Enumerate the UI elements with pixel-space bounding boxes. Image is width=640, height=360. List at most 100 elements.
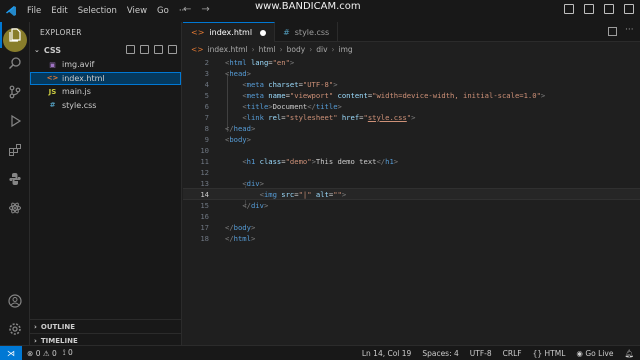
vscode-window: File Edit Selection View Go ··· ← → www.… (0, 0, 640, 360)
chevron-right-icon: › (279, 44, 283, 54)
breadcrumb-item[interactable]: div (316, 45, 327, 54)
more-actions-icon[interactable]: ··· (625, 26, 634, 36)
menu-go[interactable]: Go (152, 0, 174, 22)
menu-view[interactable]: View (122, 0, 152, 22)
chevron-right-icon: › (309, 44, 313, 54)
code-text: <img src="|" alt=""> (259, 189, 347, 199)
editor-tabs: <> index.html # style.css ··· (183, 22, 640, 42)
refresh-icon[interactable] (154, 45, 163, 54)
new-folder-icon[interactable] (140, 45, 149, 54)
file-label: index.html (62, 73, 105, 83)
error-icon: ⊗ (27, 348, 34, 358)
html-icon: <> (191, 44, 204, 54)
forward-arrow-icon[interactable]: → (201, 4, 209, 15)
code-text: <div> (242, 178, 264, 188)
outline-section[interactable]: › OUTLINE (30, 319, 182, 333)
timeline-label: TIMELINE (40, 336, 78, 345)
customize-layout-icon[interactable] (624, 4, 634, 14)
toggle-panel-icon[interactable] (584, 4, 594, 14)
go-live-label: Go Live (585, 349, 614, 358)
code-editor[interactable]: 2 <html lang="en"> 3 <head> 4 <meta charse… (183, 56, 640, 345)
line-number: 13 (200, 178, 209, 188)
line-number: 12 (200, 167, 209, 177)
folder-name: CSS (43, 45, 62, 55)
line-number: 18 (200, 233, 209, 243)
collapse-all-icon[interactable] (168, 45, 177, 54)
tab-style-css[interactable]: # style.css (275, 22, 339, 42)
html-icon: <> (191, 28, 205, 37)
cursor-position[interactable]: Ln 14, Col 19 (362, 349, 411, 358)
menu-selection[interactable]: Selection (73, 0, 122, 22)
file-item-img-avif[interactable]: ▣ img.avif (30, 58, 181, 72)
file-item-style-css[interactable]: # style.css (30, 99, 181, 113)
encoding[interactable]: UTF-8 (470, 349, 492, 358)
menu-file[interactable]: File (22, 0, 46, 22)
breadcrumb-item[interactable]: body (287, 45, 306, 54)
tab-index-html[interactable]: <> index.html (183, 22, 276, 42)
remote-indicator-icon[interactable]: ⋊ (0, 345, 22, 360)
status-bar: ⋊ ⊗ 0 ⚠ 0 ⟟ 0 Ln 14, Col 19 Spaces: 4 UT… (0, 345, 640, 360)
file-item-main-js[interactable]: JS main.js (30, 85, 181, 99)
problems-indicator[interactable]: ⊗ 0 ⚠ 0 (27, 349, 57, 358)
back-arrow-icon[interactable]: ← (183, 4, 191, 15)
remote-explorer-icon[interactable] (0, 195, 30, 221)
file-label: main.js (62, 87, 91, 97)
unsaved-dot-icon[interactable] (260, 29, 267, 36)
code-text: </body> (225, 222, 256, 232)
python-icon[interactable] (0, 166, 30, 192)
new-file-icon[interactable] (126, 45, 135, 54)
split-editor-icon[interactable] (608, 27, 617, 36)
warning-icon: ⚠ (42, 348, 50, 358)
breadcrumb-item[interactable]: html (259, 45, 276, 54)
status-right: Ln 14, Col 19 Spaces: 4 UTF-8 CRLF {} HT… (362, 346, 634, 360)
go-live-button[interactable]: ◉ Go Live (576, 349, 613, 358)
toggle-secondary-sidebar-icon[interactable] (604, 4, 614, 14)
line-number: 16 (200, 211, 209, 221)
breadcrumb-item[interactable]: index.html (208, 45, 248, 54)
code-text: <body> (225, 134, 251, 144)
tab-label: style.css (294, 27, 330, 37)
search-icon[interactable] (0, 50, 30, 76)
folder-css[interactable]: ⌄ CSS (30, 42, 181, 58)
source-control-icon[interactable] (0, 79, 30, 105)
editor-actions: ··· (608, 26, 634, 36)
menu-bar: File Edit Selection View Go ··· (22, 0, 192, 22)
code-text: </head> (225, 123, 256, 133)
error-count: 0 (35, 348, 41, 358)
line-number: 11 (200, 156, 209, 166)
line-number: 4 (204, 79, 209, 89)
chevron-right-icon: › (251, 44, 255, 54)
braces-icon: {} (532, 349, 543, 358)
line-number: 3 (204, 68, 209, 78)
line-number: 7 (204, 112, 209, 122)
code-text: <html lang="en"> (225, 57, 295, 67)
chevron-down-icon: ⌄ (34, 46, 40, 54)
accounts-icon[interactable] (0, 288, 30, 314)
status-left: ⊗ 0 ⚠ 0 ⟟ 0 (22, 348, 73, 358)
css-icon: # (49, 101, 56, 110)
indentation[interactable]: Spaces: 4 (422, 349, 458, 358)
file-item-index-html[interactable]: <> index.html (30, 71, 181, 85)
explorer-actions (126, 45, 177, 54)
menu-edit[interactable]: Edit (46, 0, 72, 22)
explorer-icon[interactable] (0, 22, 30, 48)
breadcrumb-item[interactable]: img (339, 45, 353, 54)
code-line: 18 </html> (183, 232, 640, 244)
window-layout-controls (564, 4, 634, 14)
code-text: <title>Document</title> (242, 101, 342, 111)
ports-indicator[interactable]: ⟟ 0 (63, 348, 73, 358)
notifications-bell-icon[interactable]: 🔔︎ (624, 349, 634, 358)
line-number: 6 (204, 101, 209, 111)
explorer-title: EXPLORER (40, 27, 82, 37)
tab-label: index.html (209, 28, 253, 37)
extensions-icon[interactable] (0, 137, 30, 163)
toggle-sidebar-icon[interactable] (564, 4, 574, 14)
manage-gear-icon[interactable] (0, 316, 30, 342)
code-text: <meta charset="UTF-8"> (242, 79, 338, 89)
run-debug-icon[interactable] (0, 108, 30, 134)
language-mode[interactable]: {} HTML (533, 349, 566, 358)
line-number: 5 (204, 90, 209, 100)
ports-count: 0 (67, 348, 73, 357)
broadcast-icon: ◉ (576, 349, 583, 358)
end-of-line[interactable]: CRLF (503, 349, 522, 358)
